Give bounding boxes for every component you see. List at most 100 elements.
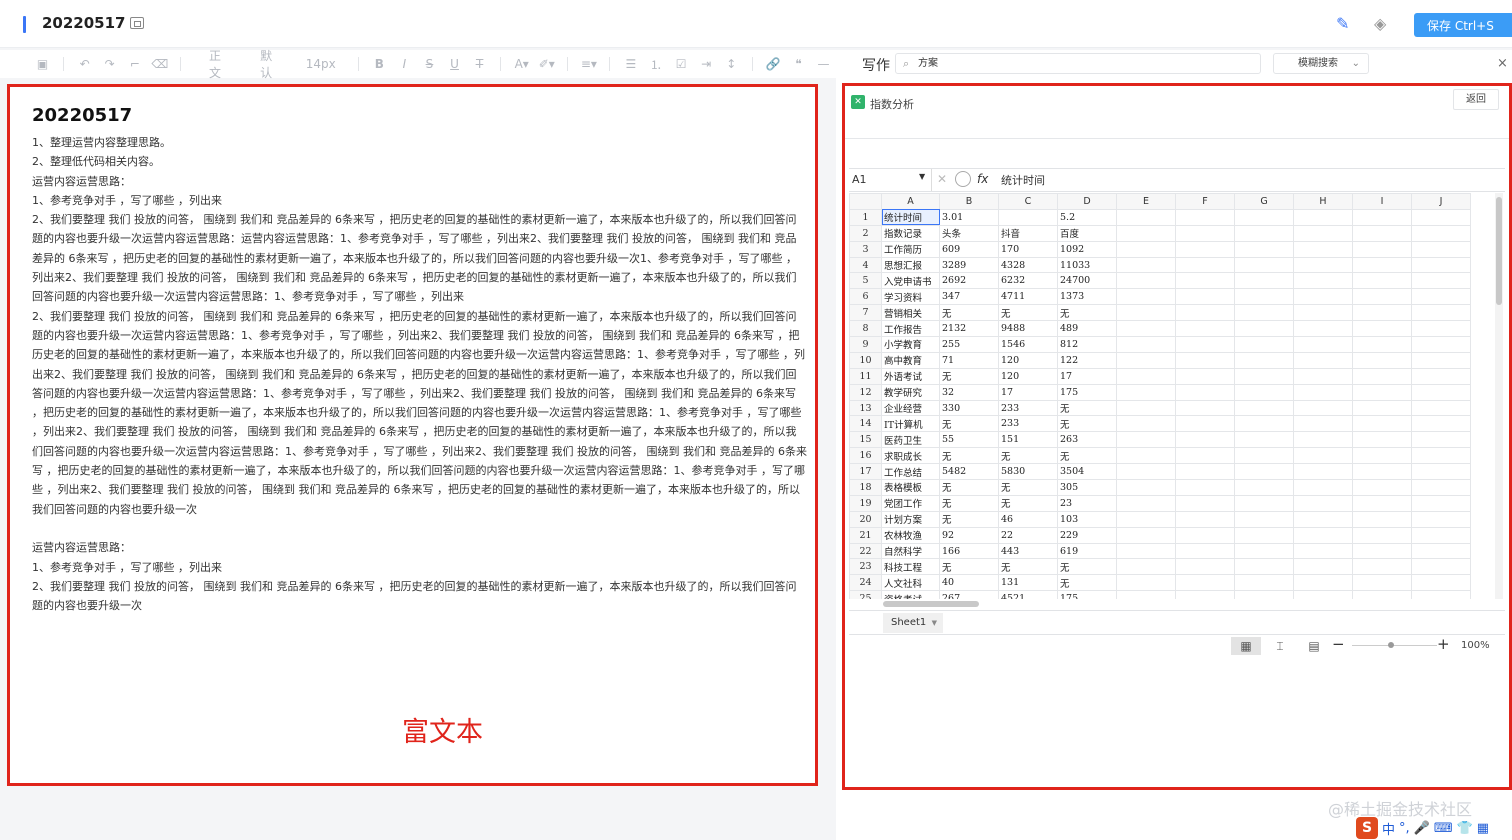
sheet-cell[interactable]: [1116, 590, 1176, 599]
column-header[interactable]: C: [998, 193, 1058, 210]
sheet-cell[interactable]: [1116, 447, 1176, 465]
sheet-cell[interactable]: [1175, 510, 1235, 528]
sheet-cell[interactable]: 高中教育: [881, 351, 940, 369]
sheet-cell[interactable]: [1116, 399, 1176, 417]
fx-icon[interactable]: fx: [977, 172, 988, 186]
sheet-cell[interactable]: [1234, 304, 1294, 322]
sheet-cell[interactable]: [1234, 399, 1294, 417]
sheet-cell[interactable]: [1411, 399, 1471, 417]
scroll-thumb[interactable]: [1496, 197, 1502, 305]
sheet-cell[interactable]: [1116, 304, 1176, 322]
column-header[interactable]: G: [1234, 193, 1294, 210]
sheet-cell[interactable]: 4521: [998, 590, 1058, 599]
sheet-cell[interactable]: IT计算机: [881, 415, 940, 433]
row-header[interactable]: 14: [849, 415, 882, 433]
sheet-cell[interactable]: 统计时间: [881, 208, 940, 226]
sheet-cell[interactable]: 166: [939, 542, 999, 560]
sheet-cell[interactable]: [1234, 463, 1294, 481]
sheet-cell[interactable]: [1411, 510, 1471, 528]
sheet-cell[interactable]: [1352, 399, 1412, 417]
sheet-cell[interactable]: [1234, 383, 1294, 401]
sheet-cell[interactable]: [1116, 463, 1176, 481]
row-header[interactable]: 7: [849, 304, 882, 322]
sheet-cell[interactable]: [1234, 208, 1294, 226]
sheet-cell[interactable]: [1352, 590, 1412, 599]
sheet-cell[interactable]: [1116, 240, 1176, 258]
sheet-cell[interactable]: [1234, 320, 1294, 338]
sheet-cell[interactable]: 3289: [939, 256, 999, 274]
line-height-icon[interactable]: ↕: [719, 57, 744, 71]
column-header[interactable]: B: [939, 193, 999, 210]
sheet-cell[interactable]: 无: [939, 494, 999, 512]
sheet-cell[interactable]: [1411, 574, 1471, 592]
sheet-cell[interactable]: [1411, 494, 1471, 512]
back-button[interactable]: 返回: [1453, 89, 1499, 110]
sheet-cell[interactable]: [1234, 447, 1294, 465]
sheet-cell[interactable]: 抖音: [998, 224, 1058, 242]
sheet-cell[interactable]: 无: [1057, 447, 1117, 465]
sheet-cell[interactable]: [1175, 208, 1235, 226]
sheet-cell[interactable]: [1293, 510, 1353, 528]
align-icon[interactable]: ≡▾: [576, 57, 601, 71]
sheet-cell[interactable]: 609: [939, 240, 999, 258]
sheet-cell[interactable]: [1352, 351, 1412, 369]
sheet-cell[interactable]: 教学研究: [881, 383, 940, 401]
sheet-cell[interactable]: 11033: [1057, 256, 1117, 274]
sheet-cell[interactable]: [1293, 272, 1353, 290]
column-header[interactable]: A: [881, 193, 940, 210]
sheet-cell[interactable]: [1352, 256, 1412, 274]
sheet-cell[interactable]: [1116, 224, 1176, 242]
sheet-cell[interactable]: [1293, 590, 1353, 599]
sheet-cell[interactable]: 求职成长: [881, 447, 940, 465]
font-family-select[interactable]: 默认: [241, 47, 292, 81]
palette-icon[interactable]: [955, 171, 971, 187]
sheet-tab[interactable]: Sheet1 ▼: [883, 613, 943, 633]
sheet-cell[interactable]: 6232: [998, 272, 1058, 290]
sheet-cell[interactable]: [1293, 224, 1353, 242]
sheet-cell[interactable]: [1411, 590, 1471, 599]
sheet-cell[interactable]: [1411, 447, 1471, 465]
sheet-cell[interactable]: [1352, 224, 1412, 242]
sheet-cell[interactable]: [1352, 208, 1412, 226]
sheet-cell[interactable]: [1175, 336, 1235, 353]
keyboard-icon[interactable]: ⌨: [1434, 821, 1453, 836]
sheet-cell[interactable]: [1293, 431, 1353, 449]
sheet-cell[interactable]: 无: [939, 304, 999, 322]
sheet-cell[interactable]: 305: [1057, 479, 1117, 496]
sheet-cell[interactable]: [1234, 224, 1294, 242]
page-break-view-icon[interactable]: ⌶: [1265, 637, 1295, 655]
sheet-cell[interactable]: [1293, 399, 1353, 417]
clear-format-icon[interactable]: T̶: [467, 57, 492, 71]
row-header[interactable]: 12: [849, 383, 882, 401]
row-header[interactable]: 8: [849, 320, 882, 338]
row-header[interactable]: 17: [849, 463, 882, 481]
document-title[interactable]: 20220517: [32, 105, 132, 126]
sheet-cell[interactable]: 71: [939, 351, 999, 369]
sheet-cell[interactable]: [1352, 463, 1412, 481]
sheet-cell[interactable]: [1175, 463, 1235, 481]
sheet-cell[interactable]: 表格模板: [881, 479, 940, 496]
sheet-cell[interactable]: 23: [1057, 494, 1117, 512]
search-mode-select[interactable]: 模糊搜索 ⌄: [1273, 53, 1369, 74]
link-icon[interactable]: 🔗: [761, 57, 786, 71]
sheet-cell[interactable]: [1234, 590, 1294, 599]
sheet-cell[interactable]: [1411, 256, 1471, 274]
sheet-cell[interactable]: 无: [998, 494, 1058, 512]
sheet-cell[interactable]: [1175, 447, 1235, 465]
sheet-cell[interactable]: [1411, 542, 1471, 560]
editor-paragraph[interactable]: 运营内容运营思路：: [32, 172, 807, 191]
sheet-cell[interactable]: 无: [998, 558, 1058, 576]
highlight-icon[interactable]: ✐▾: [534, 57, 559, 71]
sheet-cell[interactable]: 175: [1057, 383, 1117, 401]
sheet-cell[interactable]: 619: [1057, 542, 1117, 560]
save-button[interactable]: 保存 Ctrl+S: [1414, 13, 1512, 37]
sheet-cell[interactable]: 46: [998, 510, 1058, 528]
sheet-cell[interactable]: [1116, 336, 1176, 353]
sheet-cell[interactable]: 120: [998, 367, 1058, 385]
sheet-cell[interactable]: 2692: [939, 272, 999, 290]
sheet-cell[interactable]: [1116, 510, 1176, 528]
zoom-in-icon[interactable]: +: [1437, 635, 1450, 653]
column-header[interactable]: E: [1116, 193, 1176, 210]
sheet-cell[interactable]: 5482: [939, 463, 999, 481]
sheet-cell[interactable]: 自然科学: [881, 542, 940, 560]
